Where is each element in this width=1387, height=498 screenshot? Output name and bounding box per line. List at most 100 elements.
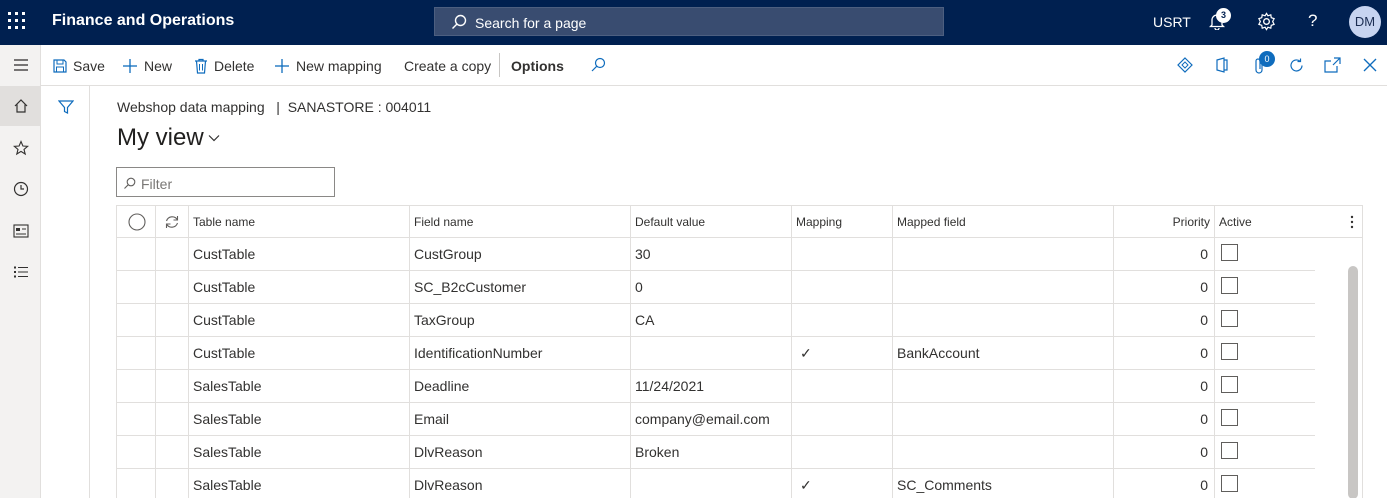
office-icon[interactable] <box>1215 57 1229 73</box>
active-checkbox[interactable] <box>1221 277 1238 294</box>
column-header-mapping[interactable]: Mapping <box>792 206 893 238</box>
hamburger-icon[interactable] <box>0 45 41 85</box>
row-selector[interactable] <box>117 469 156 498</box>
mapped-field-cell[interactable] <box>893 304 1114 337</box>
priority-cell[interactable]: 0 <box>1114 337 1215 370</box>
table-name-cell[interactable]: SalesTable <box>189 370 410 403</box>
table-name-cell[interactable]: CustTable <box>189 238 410 271</box>
field-name-cell[interactable]: DlvReason <box>410 469 631 498</box>
mapped-field-cell[interactable] <box>893 436 1114 469</box>
refresh-icon[interactable] <box>1288 57 1305 74</box>
select-all-circle-icon[interactable] <box>128 213 146 231</box>
field-name-cell[interactable]: CustGroup <box>410 238 631 271</box>
list-icon[interactable] <box>0 252 41 292</box>
refresh-column[interactable] <box>156 206 189 238</box>
vertical-scrollbar[interactable] <box>1348 266 1358 498</box>
table-row[interactable]: CustTable SC_B2cCustomer 0 0 <box>117 271 1315 304</box>
mapped-field-cell[interactable] <box>893 271 1114 304</box>
diamond-icon[interactable] <box>1177 57 1193 73</box>
search-icon[interactable] <box>590 57 606 73</box>
default-value-cell[interactable]: 11/24/2021 <box>631 370 792 403</box>
default-value-cell[interactable]: company@email.com <box>631 403 792 436</box>
mapping-check-cell[interactable]: ✓ <box>792 469 893 498</box>
table-name-cell[interactable]: CustTable <box>189 304 410 337</box>
default-value-cell[interactable]: 30 <box>631 238 792 271</box>
avatar[interactable]: DM <box>1349 6 1381 38</box>
select-all-column[interactable] <box>117 206 156 238</box>
active-checkbox[interactable] <box>1221 409 1238 426</box>
field-name-cell[interactable]: Email <box>410 403 631 436</box>
options-tab[interactable]: Options <box>511 45 564 86</box>
priority-cell[interactable]: 0 <box>1114 304 1215 337</box>
row-selector[interactable] <box>117 271 156 304</box>
active-checkbox[interactable] <box>1221 343 1238 360</box>
table-name-cell[interactable]: SalesTable <box>189 403 410 436</box>
open-new-icon[interactable] <box>1324 57 1341 73</box>
home-icon[interactable] <box>0 86 41 126</box>
table-name-cell[interactable]: CustTable <box>189 337 410 370</box>
default-value-cell[interactable]: CA <box>631 304 792 337</box>
row-selector[interactable] <box>117 436 156 469</box>
gear-icon[interactable] <box>1257 12 1276 31</box>
filter-input[interactable]: Filter <box>116 167 335 197</box>
priority-cell[interactable]: 0 <box>1114 271 1215 304</box>
new-mapping-button[interactable]: New mapping <box>274 45 382 86</box>
default-value-cell[interactable]: 0 <box>631 271 792 304</box>
column-header-default-value[interactable]: Default value <box>631 206 792 238</box>
column-header-priority[interactable]: Priority <box>1114 206 1215 238</box>
star-icon[interactable] <box>0 128 41 168</box>
more-icon[interactable] <box>1350 215 1354 229</box>
row-selector[interactable] <box>117 337 156 370</box>
help-icon[interactable]: ? <box>1308 11 1317 31</box>
table-row[interactable]: SalesTable DlvReason Broken 0 <box>117 436 1315 469</box>
priority-cell[interactable]: 0 <box>1114 370 1215 403</box>
table-name-cell[interactable]: CustTable <box>189 271 410 304</box>
mapping-check-cell[interactable] <box>792 238 893 271</box>
mapping-check-cell[interactable] <box>792 370 893 403</box>
default-value-cell[interactable] <box>631 337 792 370</box>
row-selector[interactable] <box>117 304 156 337</box>
close-icon[interactable] <box>1363 58 1377 72</box>
delete-button[interactable]: Delete <box>194 45 254 86</box>
default-value-cell[interactable]: Broken <box>631 436 792 469</box>
row-selector[interactable] <box>117 403 156 436</box>
table-row[interactable]: CustTable IdentificationNumber ✓ BankAccoun… <box>117 337 1315 370</box>
waffle-icon[interactable] <box>8 12 26 30</box>
mapped-field-cell[interactable] <box>893 238 1114 271</box>
workspace-icon[interactable] <box>0 211 41 251</box>
mapping-check-cell[interactable] <box>792 271 893 304</box>
company-picker[interactable]: USRT <box>1153 14 1191 30</box>
app-title[interactable]: Finance and Operations <box>52 12 234 30</box>
row-selector[interactable] <box>117 370 156 403</box>
active-checkbox[interactable] <box>1221 310 1238 327</box>
active-checkbox[interactable] <box>1221 244 1238 261</box>
field-name-cell[interactable]: SC_B2cCustomer <box>410 271 631 304</box>
table-row[interactable]: SalesTable DlvReason ✓ SC_Comments 0 <box>117 469 1315 498</box>
column-header-mapped-field[interactable]: Mapped field <box>893 206 1114 238</box>
refresh-icon[interactable] <box>164 214 180 230</box>
column-header-active[interactable]: Active <box>1215 206 1315 238</box>
priority-cell[interactable]: 0 <box>1114 238 1215 271</box>
mapped-field-cell[interactable]: SC_Comments <box>893 469 1114 498</box>
table-row[interactable]: SalesTable Deadline 11/24/2021 0 <box>117 370 1315 403</box>
search-box[interactable]: Search for a page <box>434 7 944 36</box>
new-button[interactable]: New <box>122 45 172 86</box>
mapping-check-cell[interactable]: ✓ <box>792 337 893 370</box>
field-name-cell[interactable]: Deadline <box>410 370 631 403</box>
mapping-check-cell[interactable] <box>792 304 893 337</box>
mapped-field-cell[interactable] <box>893 403 1114 436</box>
table-row[interactable]: CustTable CustGroup 30 0 <box>117 238 1315 271</box>
filter-icon[interactable] <box>58 99 74 115</box>
mapped-field-cell[interactable] <box>893 370 1114 403</box>
active-checkbox[interactable] <box>1221 442 1238 459</box>
row-selector[interactable] <box>117 238 156 271</box>
active-checkbox[interactable] <box>1221 475 1238 492</box>
clock-icon[interactable] <box>0 169 41 209</box>
priority-cell[interactable]: 0 <box>1114 469 1215 498</box>
table-name-cell[interactable]: SalesTable <box>189 469 410 498</box>
table-row[interactable]: CustTable TaxGroup CA 0 <box>117 304 1315 337</box>
view-selector[interactable]: My view <box>117 124 220 152</box>
mapping-check-cell[interactable] <box>792 436 893 469</box>
create-copy-button[interactable]: Create a copy <box>404 45 491 86</box>
column-header-table-name[interactable]: Table name <box>189 206 410 238</box>
